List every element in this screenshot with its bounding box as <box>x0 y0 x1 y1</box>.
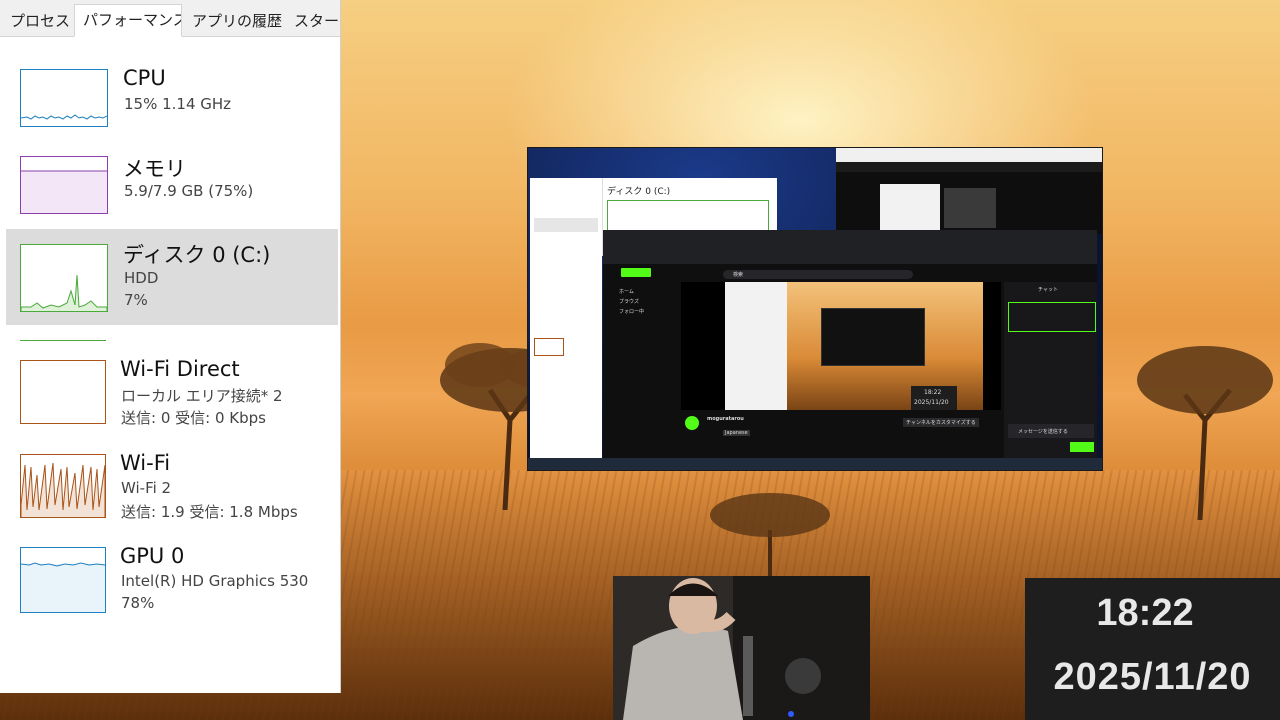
capture-chat-input: メッセージを送信する <box>1018 429 1068 435</box>
wifi-direct-graph-thumb <box>20 360 106 424</box>
gpu-graph-thumb <box>20 547 106 613</box>
perf-title: GPU 0 <box>120 544 185 568</box>
capture-task-manager <box>530 178 602 460</box>
perf-detail: 送信: 1.9 受信: 1.8 Mbps <box>121 503 298 521</box>
nav-browse: ブラウズ <box>619 299 640 305</box>
acacia-tree-center <box>710 493 830 590</box>
perf-detail: 15% 1.14 GHz <box>124 95 232 113</box>
clock-date: 2025/11/20 <box>1053 656 1252 698</box>
partial-row <box>20 337 340 343</box>
capture-taskbar <box>528 458 1102 470</box>
perf-item-disk[interactable]: ディスク 0 (C:) HDD 7% <box>6 229 338 325</box>
capture-customize-button: チャンネルをカスタマイズする <box>903 418 979 427</box>
perf-detail: Wi-Fi 2 <box>121 479 172 497</box>
capture-media-window <box>836 148 1102 234</box>
capture-stream-tag: Japanese <box>723 430 750 436</box>
perf-title: ディスク 0 (C:) <box>123 243 271 267</box>
perf-detail: Intel(R) HD Graphics 530 <box>121 572 309 590</box>
perf-item-gpu[interactable]: GPU 0 Intel(R) HD Graphics 530 78% <box>0 537 340 621</box>
memory-graph-thumb <box>20 156 108 214</box>
nav-home: ホーム <box>619 289 634 295</box>
perf-detail: HDD <box>124 269 159 287</box>
kick-logo <box>621 268 651 277</box>
clock-overlay: 18:22 2025/11/20 <box>1025 578 1280 720</box>
perf-title: CPU <box>123 66 166 90</box>
capture-overlay-time: 18:22 <box>924 389 942 396</box>
capture-overlay-date: 2025/11/20 <box>914 399 949 406</box>
perf-detail: ローカル エリア接続* 2 <box>121 387 283 405</box>
tab-processes[interactable]: プロセス <box>2 6 74 36</box>
capture-chat-title: チャット <box>1038 287 1058 293</box>
tab-app-history[interactable]: アプリの履歴 <box>184 6 284 36</box>
webcam-feed <box>613 576 870 720</box>
perf-detail: 78% <box>121 594 155 612</box>
webcam-person-image <box>613 576 870 720</box>
clock-time: 18:22 <box>1096 592 1194 634</box>
capture-video-player: 18:22 2025/11/20 <box>681 282 1001 410</box>
tab-startup[interactable]: スタート <box>286 6 340 36</box>
perf-item-cpu[interactable]: CPU 15% 1.14 GHz <box>0 58 340 138</box>
nav-following: フォロー中 <box>619 309 645 315</box>
perf-detail: 5.9/7.9 GB (75%) <box>124 182 254 200</box>
perf-title: メモリ <box>123 157 186 181</box>
capture-streamer-name: moguratarou <box>707 416 744 422</box>
screen-capture-preview: ディスク 0 (C:) 検索 ホーム ブラウズ フォロー中 18:22 2025… <box>528 148 1102 470</box>
perf-title: Wi-Fi Direct <box>120 357 240 381</box>
capture-search-placeholder: 検索 <box>733 272 744 278</box>
task-manager-tabbar: プロセス パフォーマンス アプリの履歴 スタート <box>0 0 340 37</box>
cpu-graph-thumb <box>20 69 108 127</box>
wifi-graph-thumb <box>20 454 106 518</box>
disk-graph-thumb <box>20 244 108 312</box>
capture-chat-panel: チャット メッセージを送信する <box>1004 282 1097 458</box>
tab-performance[interactable]: パフォーマンス <box>74 4 182 37</box>
capture-disk-title: ディスク 0 (C:) <box>607 187 671 197</box>
perf-item-memory[interactable]: メモリ 5.9/7.9 GB (75%) <box>0 145 340 225</box>
acacia-tree-right <box>1137 346 1273 520</box>
perf-detail: 7% <box>124 291 148 309</box>
perf-detail: 送信: 0 受信: 0 Kbps <box>121 409 266 427</box>
capture-kick-sidebar: ホーム ブラウズ フォロー中 <box>605 284 675 456</box>
capture-kick-browser: 検索 ホーム ブラウズ フォロー中 18:22 2025/11/20 mogur… <box>603 230 1097 460</box>
perf-item-wifi[interactable]: Wi-Fi Wi-Fi 2 送信: 1.9 受信: 1.8 Mbps <box>0 444 340 528</box>
perf-item-wifi-direct[interactable]: Wi-Fi Direct ローカル エリア接続* 2 送信: 0 受信: 0 K… <box>0 350 340 434</box>
task-manager-window: プロセス パフォーマンス アプリの履歴 スタート CPU 15% 1.14 GH… <box>0 0 341 693</box>
perf-title: Wi-Fi <box>120 451 171 475</box>
